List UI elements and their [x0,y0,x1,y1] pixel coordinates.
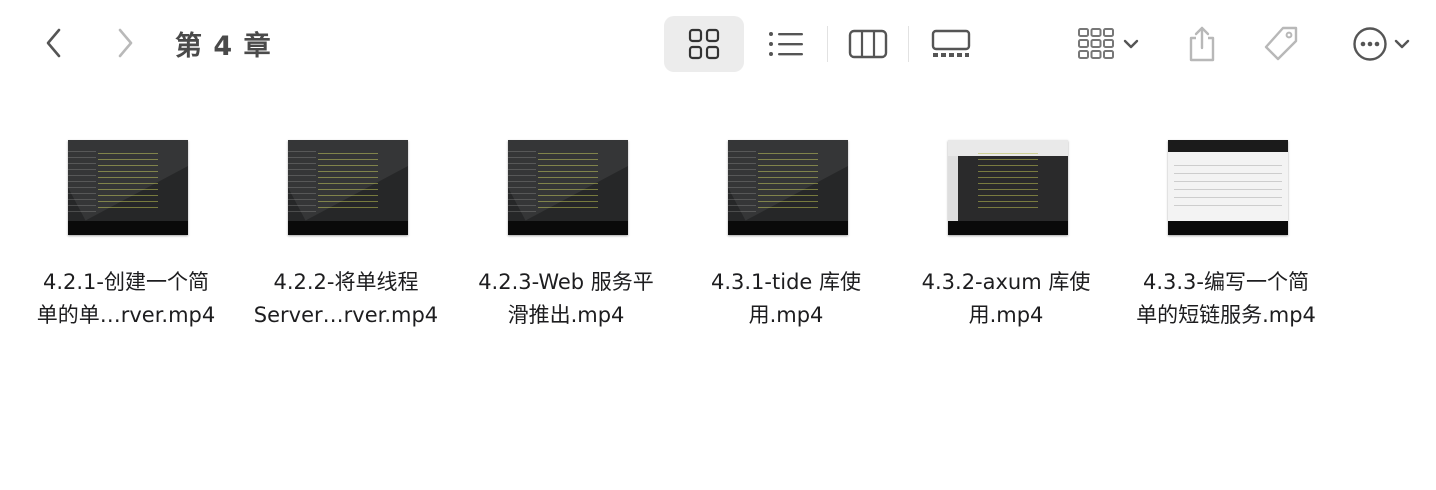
toolbar: 第 4 章 [0,0,1436,88]
file-item[interactable]: 4.2.2-将单线程 Server…rver.mp4 [236,100,456,340]
file-item[interactable]: 4.3.3-编写一个简 单的短链服务.mp4 [1116,100,1336,340]
columns-icon [848,29,888,59]
video-thumbnail [288,140,408,235]
file-item[interactable]: 4.3.2-axum 库使 用.mp4 [896,100,1116,340]
share-button[interactable] [1176,16,1228,72]
file-name: 4.3.2-axum 库使 用.mp4 [921,270,1091,327]
group-button[interactable] [1064,16,1152,72]
file-item[interactable]: 4.2.3-Web 服务平 滑推出.mp4 [456,100,676,340]
back-button[interactable] [32,20,76,66]
chevron-down-icon [1394,39,1410,49]
list-icon [769,32,803,56]
tag-button[interactable] [1254,16,1308,72]
window-title: 第 4 章 [175,31,272,62]
icon-view-button[interactable] [664,16,744,72]
ellipsis-icon [1353,27,1387,61]
file-name: 4.2.1-创建一个简 单的单…rver.mp4 [36,270,216,327]
share-icon [1189,26,1215,62]
gallery-view-button[interactable] [916,16,986,72]
file-grid: 4.2.1-创建一个简 单的单…rver.mp4 4.2.2-将单线程 Server… [0,100,1436,380]
file-item[interactable]: 4.2.1-创建一个简 单的单…rver.mp4 [16,100,236,340]
grid-icon [688,28,720,60]
video-thumbnail [948,140,1068,235]
file-item[interactable]: 4.3.1-tide 库使 用.mp4 [676,100,896,340]
chevron-right-icon [118,28,133,58]
tag-icon [1264,26,1298,61]
chevron-left-icon [46,28,61,58]
list-view-button[interactable] [750,16,822,72]
file-name: 4.3.1-tide 库使 用.mp4 [710,270,861,327]
video-thumbnail [68,140,188,235]
column-view-button[interactable] [834,16,902,72]
forward-button[interactable] [103,20,147,66]
file-name: 4.2.2-将单线程 Server…rver.mp4 [253,270,439,327]
video-thumbnail [1168,140,1288,235]
toolbar-divider [908,26,909,62]
group-icon [1078,28,1114,59]
file-name: 4.3.3-编写一个简 单的短链服务.mp4 [1136,270,1316,327]
more-button[interactable] [1340,16,1422,72]
gallery-icon [931,29,971,57]
file-name: 4.2.3-Web 服务平 滑推出.mp4 [478,270,654,327]
toolbar-divider [827,26,828,62]
video-thumbnail [728,140,848,235]
video-thumbnail [508,140,628,235]
chevron-down-icon [1123,39,1139,49]
